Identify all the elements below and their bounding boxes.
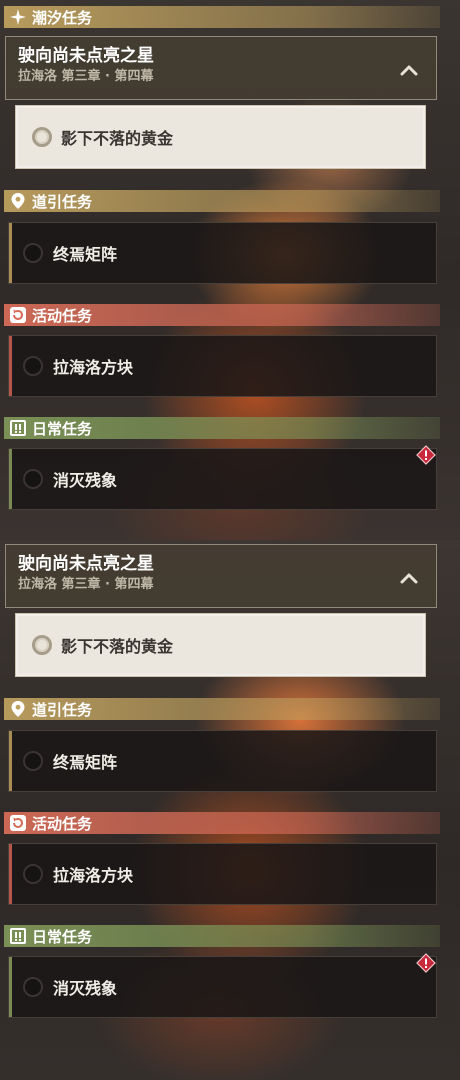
sparkle-icon bbox=[10, 9, 26, 25]
guide-quest-item[interactable]: 终焉矩阵 bbox=[8, 730, 437, 792]
daily-quest-header-label: 日常任务 bbox=[32, 927, 93, 946]
refresh-icon bbox=[10, 307, 26, 323]
tidal-quest-header-label: 潮汐任务 bbox=[32, 8, 93, 27]
event-quest-header-label: 活动任务 bbox=[32, 306, 93, 325]
sub-quest-item[interactable]: 影下不落的黄金 bbox=[15, 105, 426, 169]
guide-quest-item[interactable]: 终焉矩阵 bbox=[8, 222, 437, 284]
guide-quest-header[interactable]: 道引任务 bbox=[4, 698, 440, 720]
daily-quest-item[interactable]: 消灭残象 bbox=[8, 953, 437, 1018]
event-quest-item[interactable]: 拉海洛方块 bbox=[8, 335, 437, 397]
event-quest-header[interactable]: 活动任务 bbox=[4, 304, 440, 326]
quest-panel-top: 潮汐任务 驶向尚未点亮之星 拉海洛 第三章 · 第四幕 影下不落的黄金 道引任务… bbox=[0, 0, 460, 540]
diamond-alert-icon bbox=[416, 445, 436, 465]
event-quest-label: 拉海洛方块 bbox=[53, 866, 134, 885]
event-quest-item[interactable]: 拉海洛方块 bbox=[8, 843, 437, 905]
radio-selected-icon bbox=[32, 127, 52, 147]
daily-quest-header[interactable]: 日常任务 bbox=[4, 925, 440, 947]
main-quest-chapter: 拉海洛 第三章 · 第四幕 bbox=[18, 69, 154, 84]
location-pin-icon bbox=[10, 193, 26, 209]
daily-quest-label: 消灭残象 bbox=[53, 471, 118, 490]
main-quest-card[interactable]: 驶向尚未点亮之星 拉海洛 第三章 · 第四幕 bbox=[5, 544, 437, 608]
daily-quest-label: 消灭残象 bbox=[53, 979, 118, 998]
guide-quest-label: 终焉矩阵 bbox=[53, 245, 118, 264]
tidal-quest-header[interactable]: 潮汐任务 bbox=[4, 6, 440, 28]
main-quest-card[interactable]: 驶向尚未点亮之星 拉海洛 第三章 · 第四幕 bbox=[5, 36, 437, 100]
event-quest-header-label: 活动任务 bbox=[32, 814, 93, 833]
diamond-alert-icon bbox=[416, 953, 436, 973]
guide-quest-header-label: 道引任务 bbox=[32, 700, 93, 719]
location-pin-icon bbox=[10, 701, 26, 717]
sub-quest-label: 影下不落的黄金 bbox=[61, 129, 174, 148]
daily-quest-header-label: 日常任务 bbox=[32, 419, 93, 438]
main-quest-title: 驶向尚未点亮之星 bbox=[18, 554, 154, 574]
radio-empty-icon bbox=[23, 469, 43, 489]
sub-quest-item[interactable]: 影下不落的黄金 bbox=[15, 613, 426, 677]
chevron-up-icon[interactable] bbox=[400, 569, 418, 584]
radio-selected-icon bbox=[32, 635, 52, 655]
guide-quest-label: 终焉矩阵 bbox=[53, 753, 118, 772]
radio-empty-icon bbox=[23, 977, 43, 997]
refresh-icon bbox=[10, 815, 26, 831]
radio-empty-icon bbox=[23, 243, 43, 263]
radio-empty-icon bbox=[23, 751, 43, 771]
guide-quest-header-label: 道引任务 bbox=[32, 192, 93, 211]
quest-panel-bottom: 驶向尚未点亮之星 拉海洛 第三章 · 第四幕 影下不落的黄金 道引任务 终焉矩阵… bbox=[0, 540, 460, 1080]
event-quest-label: 拉海洛方块 bbox=[53, 358, 134, 377]
guide-quest-header[interactable]: 道引任务 bbox=[4, 190, 440, 212]
radio-empty-icon bbox=[23, 356, 43, 376]
radio-empty-icon bbox=[23, 864, 43, 884]
main-quest-chapter: 拉海洛 第三章 · 第四幕 bbox=[18, 577, 154, 592]
chevron-up-icon[interactable] bbox=[400, 61, 418, 76]
sub-quest-label: 影下不落的黄金 bbox=[61, 637, 174, 656]
main-quest-title: 驶向尚未点亮之星 bbox=[18, 46, 154, 66]
daily-quest-header[interactable]: 日常任务 bbox=[4, 417, 440, 439]
exclamation-box-icon bbox=[10, 928, 26, 944]
daily-quest-item[interactable]: 消灭残象 bbox=[8, 445, 437, 510]
exclamation-box-icon bbox=[10, 420, 26, 436]
event-quest-header[interactable]: 活动任务 bbox=[4, 812, 440, 834]
